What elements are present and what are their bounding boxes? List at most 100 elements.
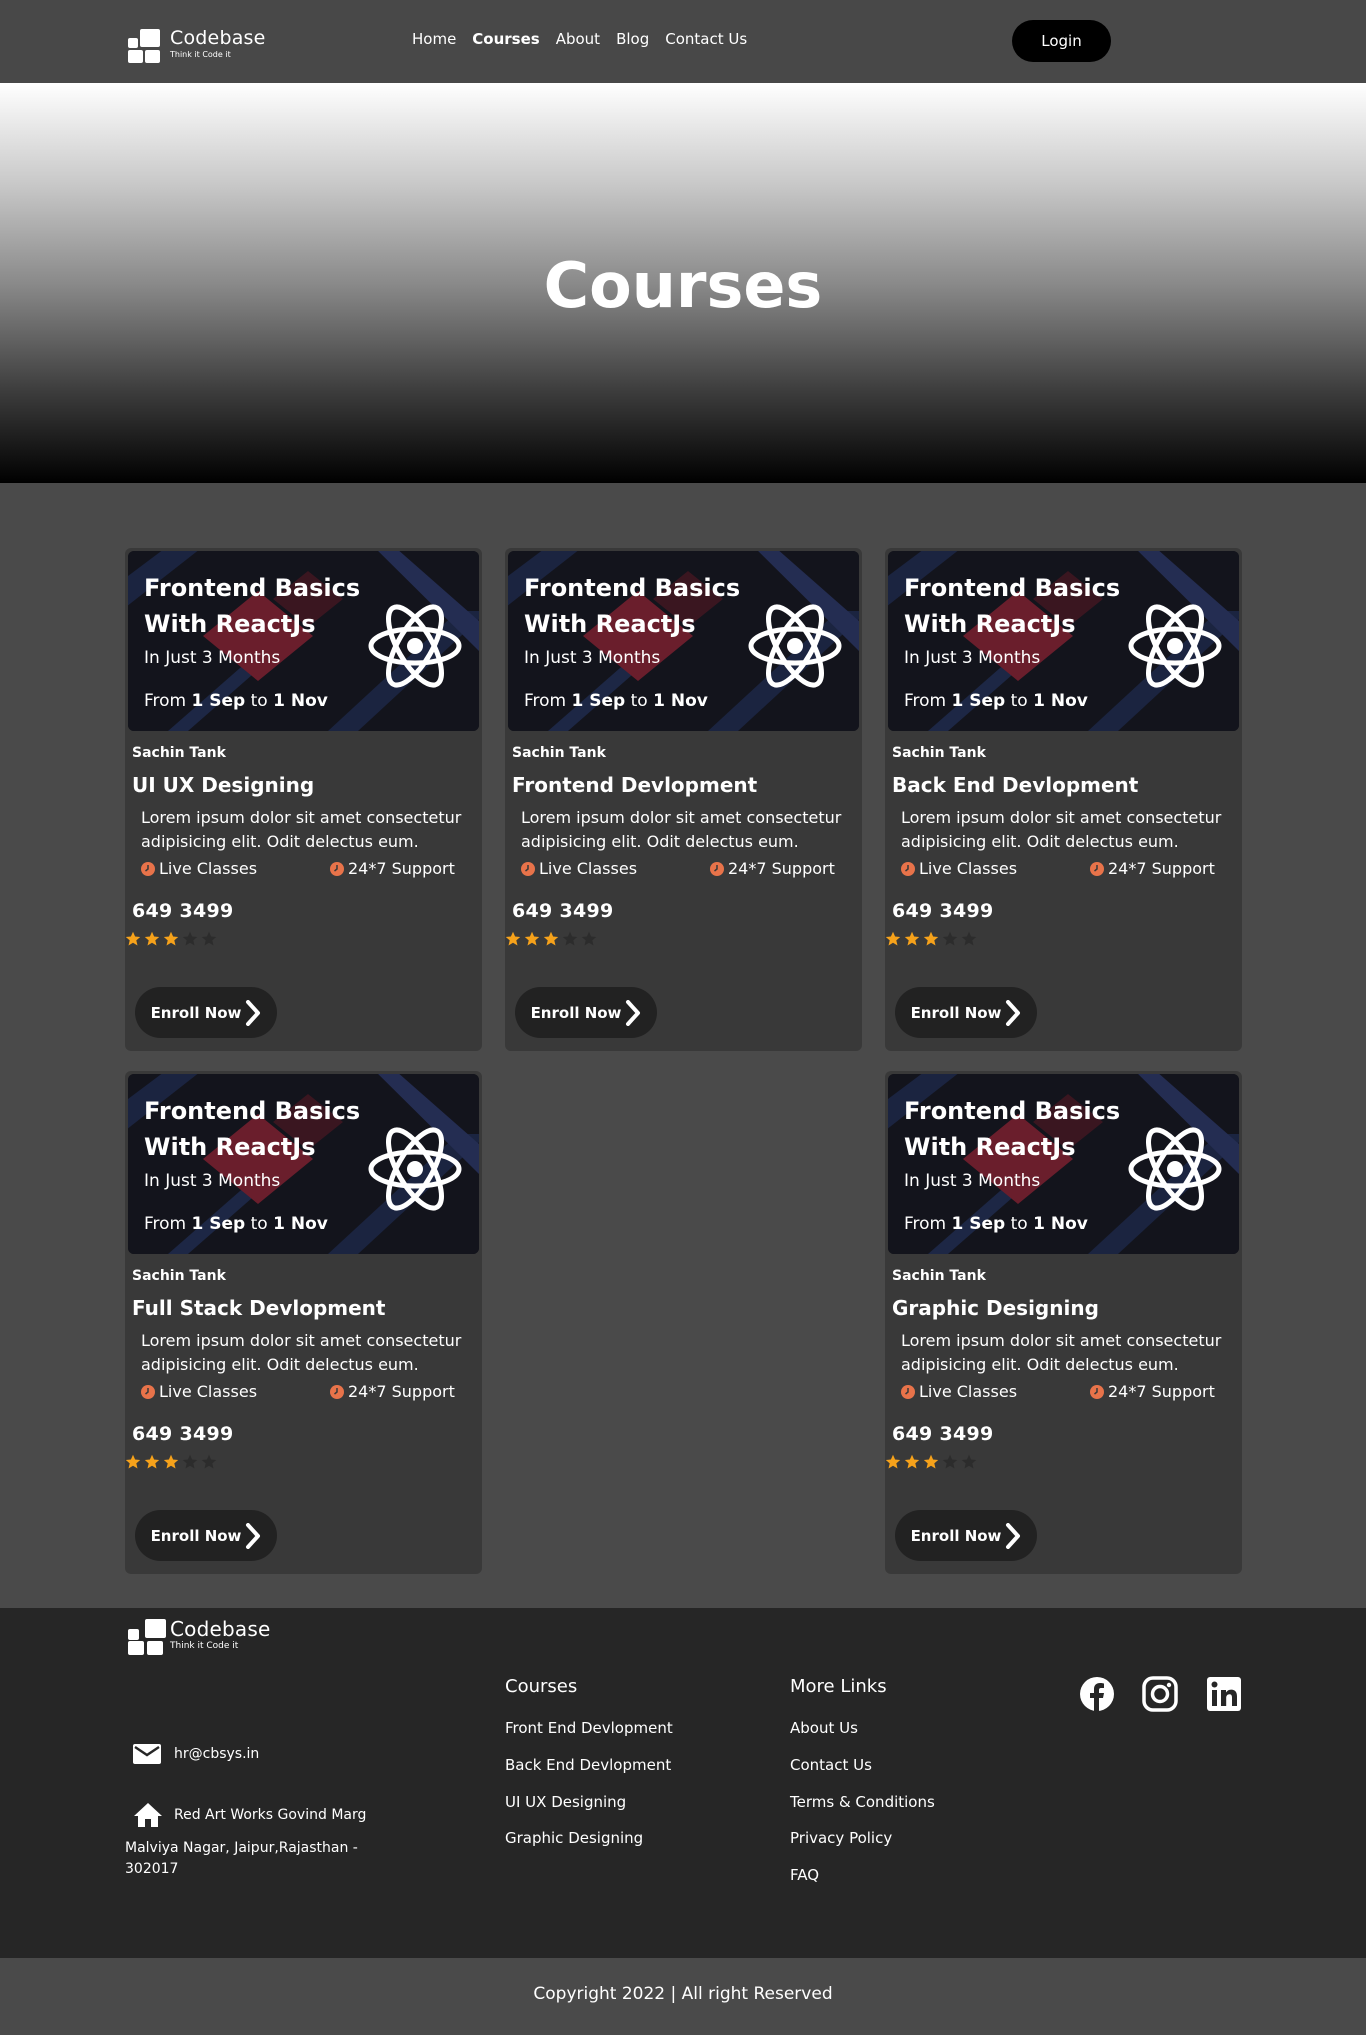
footer: Codebase Think it Code it hr@cbsys.in Re… bbox=[0, 1608, 1366, 1958]
feature-support: 24*7 Support bbox=[1090, 859, 1215, 878]
course-description: Lorem ipsum dolor sit amet consectetur a… bbox=[521, 808, 842, 851]
course-card: Frontend Basics With ReactJs In Just 3 M… bbox=[885, 548, 1242, 1051]
course-banner: Frontend Basics With ReactJs In Just 3 M… bbox=[508, 551, 859, 731]
footer-link-graphic[interactable]: Graphic Designing bbox=[505, 1829, 643, 1847]
linkedin-icon[interactable] bbox=[1206, 1676, 1242, 1712]
feature-live-classes: Live Classes bbox=[141, 1382, 257, 1401]
nav-link-home[interactable]: Home bbox=[412, 30, 456, 48]
star-empty-icon bbox=[942, 1454, 958, 1469]
footer-address-line2: Malviya Nagar, Jaipur,Rajasthan - bbox=[125, 1840, 358, 1856]
feature-live-classes: Live Classes bbox=[901, 1382, 1017, 1401]
banner-title: Frontend Basics With ReactJs bbox=[144, 574, 361, 638]
instructor-name: Sachin Tank bbox=[132, 745, 226, 761]
brand-logo[interactable]: Codebase Think it Code it bbox=[128, 29, 266, 63]
rating-stars bbox=[125, 1454, 217, 1470]
star-filled-icon bbox=[163, 931, 179, 946]
clock-icon bbox=[330, 1384, 344, 1399]
footer-address-line1: Red Art Works Govind Marg bbox=[174, 1807, 367, 1823]
logo-icon bbox=[128, 29, 164, 63]
course-price: 649 3499 bbox=[892, 1423, 994, 1445]
rating-stars bbox=[885, 1454, 977, 1470]
star-filled-icon bbox=[524, 931, 540, 946]
instructor-name: Sachin Tank bbox=[892, 1268, 986, 1284]
course-description: Lorem ipsum dolor sit amet consectetur a… bbox=[141, 808, 462, 851]
feature-live-classes: Live Classes bbox=[521, 859, 637, 878]
course-banner: Frontend Basics With ReactJs In Just 3 M… bbox=[128, 1074, 479, 1254]
banner-subtitle: In Just 3 Months bbox=[904, 648, 1041, 668]
enroll-now-button[interactable]: Enroll Now bbox=[135, 987, 277, 1038]
brand-tagline: Think it Code it bbox=[170, 1641, 239, 1651]
course-description: Lorem ipsum dolor sit amet consectetur a… bbox=[901, 808, 1222, 851]
course-price: 649 3499 bbox=[512, 900, 614, 922]
hero-banner: Courses bbox=[0, 83, 1366, 483]
course-title: UI UX Designing bbox=[132, 773, 315, 797]
facebook-icon[interactable] bbox=[1079, 1676, 1115, 1712]
banner-title: Frontend Basics With ReactJs bbox=[524, 574, 741, 638]
login-button[interactable]: Login bbox=[1012, 20, 1111, 62]
star-filled-icon bbox=[885, 931, 901, 946]
banner-dates: From 1 Sep to 1 Nov bbox=[904, 691, 1088, 711]
react-icon bbox=[1128, 604, 1222, 688]
nav-link-courses[interactable]: Courses bbox=[472, 30, 539, 48]
copyright-bar: Copyright 2022 | All right Reserved bbox=[0, 1958, 1366, 2030]
star-empty-icon bbox=[182, 931, 198, 946]
nav-link-contact[interactable]: Contact Us bbox=[665, 30, 747, 48]
footer-email[interactable]: hr@cbsys.in bbox=[174, 1746, 259, 1762]
star-empty-icon bbox=[562, 931, 578, 946]
enroll-now-button[interactable]: Enroll Now bbox=[515, 987, 657, 1038]
chevron-right-icon bbox=[246, 999, 261, 1026]
star-filled-icon bbox=[125, 931, 141, 946]
copyright-text: Copyright 2022 | All right Reserved bbox=[533, 1984, 833, 2004]
clock-icon bbox=[1090, 861, 1104, 876]
footer-link-uiux[interactable]: UI UX Designing bbox=[505, 1793, 626, 1811]
banner-subtitle: In Just 3 Months bbox=[904, 1171, 1041, 1191]
course-card: Frontend Basics With ReactJs In Just 3 M… bbox=[125, 1071, 482, 1574]
star-empty-icon bbox=[961, 1454, 977, 1469]
star-filled-icon bbox=[923, 1454, 939, 1469]
instructor-name: Sachin Tank bbox=[512, 745, 606, 761]
star-empty-icon bbox=[182, 1454, 198, 1469]
react-icon bbox=[748, 604, 842, 688]
rating-stars bbox=[505, 931, 597, 947]
footer-brand-logo[interactable]: Codebase Think it Code it bbox=[128, 1617, 271, 1655]
course-price: 649 3499 bbox=[132, 900, 234, 922]
star-filled-icon bbox=[923, 931, 939, 946]
logo-icon bbox=[128, 1619, 166, 1655]
course-description: Lorem ipsum dolor sit amet consectetur a… bbox=[141, 1331, 462, 1374]
star-filled-icon bbox=[505, 931, 521, 946]
footer-link-about[interactable]: About Us bbox=[790, 1719, 858, 1737]
enroll-now-button[interactable]: Enroll Now bbox=[135, 1510, 277, 1561]
star-filled-icon bbox=[543, 931, 559, 946]
instagram-icon[interactable] bbox=[1142, 1676, 1178, 1712]
brand-name: Codebase bbox=[170, 1617, 271, 1641]
star-empty-icon bbox=[961, 931, 977, 946]
navbar: Codebase Think it Code it Home Courses A… bbox=[0, 0, 1366, 83]
footer-link-faq[interactable]: FAQ bbox=[790, 1866, 819, 1884]
footer-link-privacy[interactable]: Privacy Policy bbox=[790, 1829, 892, 1847]
footer-link-backend[interactable]: Back End Devlopment bbox=[505, 1756, 671, 1774]
nav-link-blog[interactable]: Blog bbox=[616, 30, 649, 48]
footer-more-links-title: More Links bbox=[790, 1676, 887, 1697]
star-empty-icon bbox=[201, 1454, 217, 1469]
nav-links: Home Courses About Blog Contact Us bbox=[412, 30, 747, 48]
enroll-now-button[interactable]: Enroll Now bbox=[895, 987, 1037, 1038]
footer-link-contact[interactable]: Contact Us bbox=[790, 1756, 872, 1774]
footer-link-terms[interactable]: Terms & Conditions bbox=[790, 1793, 935, 1811]
course-description: Lorem ipsum dolor sit amet consectetur a… bbox=[901, 1331, 1222, 1374]
banner-title: Frontend Basics With ReactJs bbox=[904, 1097, 1121, 1161]
footer-link-frontend[interactable]: Front End Devlopment bbox=[505, 1719, 673, 1737]
banner-dates: From 1 Sep to 1 Nov bbox=[144, 691, 328, 711]
course-card: Frontend Basics With ReactJs In Just 3 M… bbox=[125, 548, 482, 1051]
banner-title: Frontend Basics With ReactJs bbox=[144, 1097, 361, 1161]
chevron-right-icon bbox=[1006, 999, 1021, 1026]
enroll-now-button[interactable]: Enroll Now bbox=[895, 1510, 1037, 1561]
chevron-right-icon bbox=[246, 1522, 261, 1549]
rating-stars bbox=[885, 931, 977, 947]
react-icon bbox=[368, 604, 462, 688]
home-icon bbox=[134, 1803, 162, 1827]
course-title: Graphic Designing bbox=[892, 1296, 1099, 1320]
star-empty-icon bbox=[581, 931, 597, 946]
course-title: Full Stack Devlopment bbox=[132, 1296, 386, 1320]
nav-link-about[interactable]: About bbox=[556, 30, 600, 48]
clock-icon bbox=[141, 861, 155, 876]
